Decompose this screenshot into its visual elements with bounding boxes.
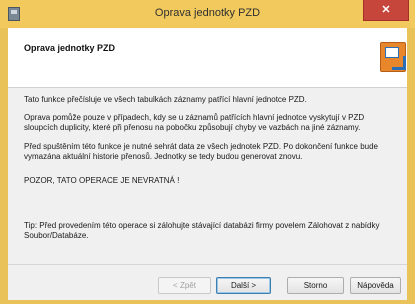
- wizard-client-area: Oprava jednotky PZD Tato funkce přečíslu…: [8, 28, 407, 304]
- next-button[interactable]: Další >: [216, 277, 271, 294]
- wizard-window: Oprava jednotky PZD ✕ Oprava jednotky PZ…: [0, 0, 415, 304]
- description-paragraph-2: Oprava pomůže pouze v případech, kdy se …: [24, 113, 365, 132]
- warning-text: POZOR, TATO OPERACE JE NEVRATNÁ !: [24, 176, 180, 185]
- close-icon: ✕: [381, 4, 391, 16]
- cancel-button[interactable]: Storno: [287, 277, 344, 294]
- button-bar-divider: [8, 264, 407, 265]
- back-button[interactable]: < Zpět: [158, 277, 211, 294]
- tip-text: Tip: Před provedením této operace si zál…: [24, 221, 380, 240]
- wizard-header: Oprava jednotky PZD: [8, 28, 407, 88]
- wizard-icon: [380, 42, 406, 72]
- description-paragraph-3: Před spuštěním této funkce je nutné sehr…: [24, 142, 378, 161]
- close-button[interactable]: ✕: [363, 0, 409, 21]
- window-frame-bottom: [0, 300, 415, 304]
- help-button[interactable]: Nápověda: [350, 277, 401, 294]
- window-app-icon[interactable]: [8, 7, 20, 21]
- window-title: Oprava jednotky PZD: [154, 7, 261, 19]
- title-bar[interactable]: Oprava jednotky PZD ✕: [0, 0, 415, 28]
- wizard-header-title: Oprava jednotky PZD: [24, 43, 116, 53]
- description-paragraph-1: Tato funkce přečísluje ve všech tabulkác…: [24, 95, 307, 104]
